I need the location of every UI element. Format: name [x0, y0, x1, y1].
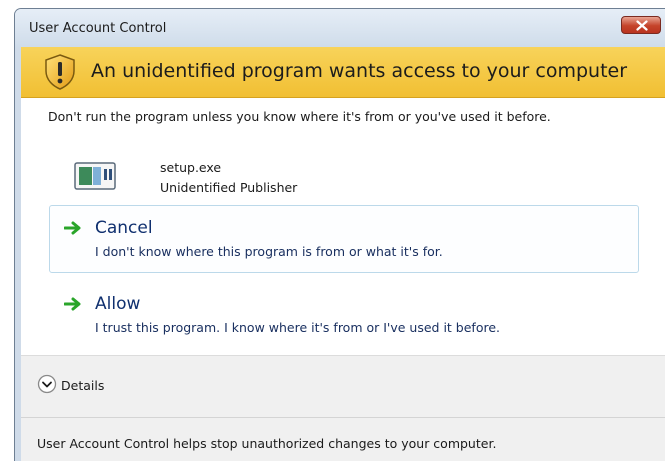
allow-option-title: Allow [95, 294, 141, 314]
details-toggle-label[interactable]: Details [61, 378, 104, 393]
footer-text: User Account Control helps stop unauthor… [37, 436, 497, 451]
green-arrow-icon [64, 297, 81, 311]
allow-option[interactable]: Allow I trust this program. I know where… [49, 281, 639, 349]
dialog-body: An unidentified program wants access to … [21, 47, 665, 461]
program-name: setup.exe [160, 160, 222, 175]
warning-shield-icon [45, 54, 75, 90]
window-title: User Account Control [29, 21, 167, 36]
cancel-option-title: Cancel [95, 218, 153, 238]
warning-text: Don't run the program unless you know wh… [48, 109, 551, 124]
cancel-option-description: I don't know where this program is from … [95, 244, 443, 259]
uac-dialog: User Account Control An unidentified pro… [14, 8, 665, 461]
warning-banner: An unidentified program wants access to … [21, 47, 665, 98]
green-arrow-icon [64, 221, 81, 235]
application-icon [74, 162, 116, 190]
cancel-option[interactable]: Cancel I don't know where this program i… [49, 205, 639, 273]
program-publisher: Unidentified Publisher [160, 180, 298, 195]
close-icon [636, 20, 648, 31]
title-bar: User Account Control [15, 9, 665, 47]
banner-heading: An unidentified program wants access to … [91, 60, 628, 82]
allow-option-description: I trust this program. I know where it's … [95, 320, 501, 335]
details-bar: Details [21, 355, 665, 418]
chevron-down-circle-icon[interactable] [37, 374, 57, 394]
close-button[interactable] [621, 16, 661, 34]
footer: User Account Control helps stop unauthor… [21, 417, 665, 461]
